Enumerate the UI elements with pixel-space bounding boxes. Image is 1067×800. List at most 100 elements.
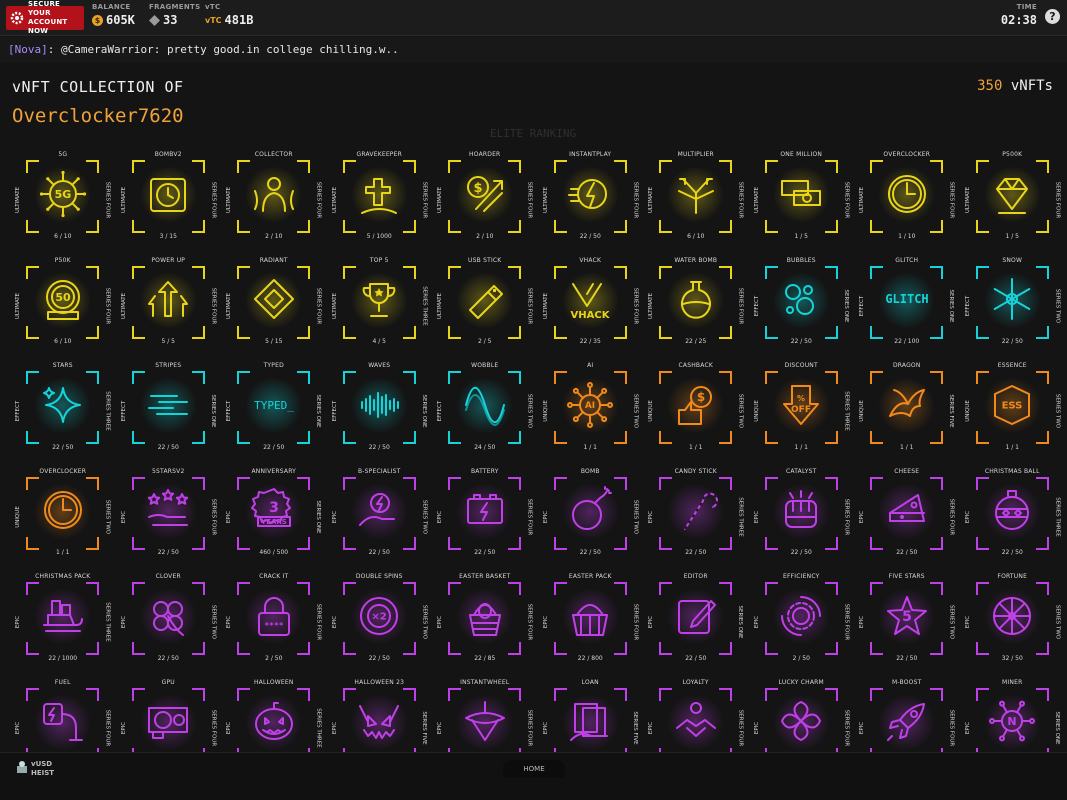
vnft-card[interactable]: BOMBV2 ULTIMATE SERIES FOUR 3 / 15	[116, 148, 222, 254]
vnft-card[interactable]: ESSENCE UNIQUE SERIES TWO ESS 1 / 1	[960, 359, 1066, 465]
vnft-card[interactable]: WAVES EFFECT SERIES ONE 22 / 50	[327, 359, 433, 465]
vnft-card[interactable]: TOP 5 ULTIMATE SERIES THREE 4 / 5	[327, 254, 433, 360]
vnft-card[interactable]: B-SPECIALIST EPIC SERIES TWO 22 / 50	[327, 465, 433, 571]
vnft-frame	[131, 476, 205, 550]
vnft-frame	[764, 582, 838, 655]
five-star-badge-icon: 5	[882, 591, 931, 640]
vnft-card[interactable]: STARS EFFECT SERIES THREE 22 / 50	[10, 359, 116, 465]
vnft-name: SNOW	[1002, 256, 1023, 264]
vnft-supply: 32 / 50	[1001, 654, 1023, 662]
cheese-icon	[882, 486, 931, 535]
vnft-card[interactable]: CLOVER EPIC SERIES TWO 22 / 50	[116, 570, 222, 676]
vnft-name: RADIANT	[259, 256, 288, 264]
vnft-card[interactable]: VHACK ULTIMATE SERIES FOUR VHACK 22 / 35	[538, 254, 644, 360]
vnft-series: SERIES FOUR	[843, 181, 849, 219]
vnft-card[interactable]: EASTER BASKET EPIC SERIES FOUR 22 / 85	[432, 570, 538, 676]
vnft-frame	[764, 687, 838, 761]
vnft-card[interactable]: EASTER PACK EPIC SERIES FOUR 22 / 800	[538, 570, 644, 676]
vnft-name: INSTANTPLAY	[569, 151, 612, 158]
vnft-card[interactable]: MULTIPLIER ULTIMATE SERIES FOUR 6 / 10	[643, 148, 749, 254]
vnft-card[interactable]: USB STICK ULTIMATE SERIES FOUR 2 / 5	[432, 254, 538, 360]
vnft-card[interactable]: WATER BOMB ULTIMATE SERIES FOUR 22 / 25	[643, 254, 749, 360]
vnft-frame	[659, 160, 732, 233]
vnft-card[interactable]: WOBBLE EFFECT SERIES TWO 24 / 50	[432, 359, 538, 465]
vnft-card[interactable]: OVERCLOCKER ULTIMATE SERIES FOUR 1 / 10	[854, 148, 960, 254]
vnft-card[interactable]: FIVE STARS EPIC SERIES TWO 5 22 / 50	[854, 570, 960, 676]
b-specialist-icon	[355, 486, 404, 535]
vnft-card[interactable]: EFFICIENCY EPIC SERIES FOUR 2 / 50	[749, 570, 855, 676]
vnft-card[interactable]: DRAGON UNIQUE SERIES FIVE 1 / 1	[854, 359, 960, 465]
stars-icon	[38, 380, 87, 429]
vnft-card[interactable]: 5STARSV2 EPIC SERIES FOUR 22 / 50	[116, 465, 222, 571]
vnft-card[interactable]: AI UNIQUE SERIES TWO AI 1 / 1	[538, 359, 644, 465]
home-tab[interactable]: HOME	[503, 760, 565, 778]
chat-ticker[interactable]: [Nova]: @CameraWarrior: pretty good.in c…	[0, 37, 1067, 63]
dragon-icon	[882, 380, 931, 429]
vnft-card[interactable]: DISCOUNT UNIQUE SERIES THREE OFF% 1 / 1	[749, 359, 855, 465]
vnft-card[interactable]: DOUBLE SPINS EPIC SERIES TWO ×2 22 / 50	[327, 570, 433, 676]
vnft-card[interactable]: OVERCLOCKER UNIQUE SERIES TWO 1 / 1	[10, 465, 116, 571]
vnft-supply: 22 / 800	[577, 654, 603, 662]
vnft-tier: EFFECT	[859, 295, 865, 316]
vnft-card[interactable]: 5G ULTIMATE SERIES FOUR 5G 6 / 10	[10, 148, 116, 254]
vnft-card[interactable]: HOARDER ULTIMATE SERIES FOUR $ 2 / 10	[432, 148, 538, 254]
vnft-frame	[764, 265, 838, 339]
vnft-card[interactable]: POWER UP ULTIMATE SERIES FOUR 5 / 5	[116, 254, 222, 360]
vnft-card[interactable]: ANNIVERSARY EPIC SERIES ONE 3 YEARS 460 /…	[221, 465, 327, 571]
diamond-icon	[988, 169, 1037, 218]
vnft-card[interactable]: CHEESE EPIC SERIES FOUR 22 / 50	[854, 465, 960, 571]
vnft-card[interactable]: P50K ULTIMATE SERIES FOUR 50 6 / 10	[10, 254, 116, 360]
vnft-name: DISCOUNT	[784, 362, 818, 369]
vnft-name: FUEL	[54, 678, 71, 686]
vnft-card[interactable]: CHRISTMAS BALL EPIC SERIES THREE 22 / 50	[960, 465, 1066, 571]
christmas-ball-icon	[988, 486, 1037, 535]
gpu-icon	[144, 697, 193, 746]
vnft-series: SERIES THREE	[104, 391, 111, 431]
vnft-card[interactable]: BATTERY EPIC SERIES FOUR 22 / 50	[432, 465, 538, 571]
vnft-name: ONE MILLION	[780, 151, 823, 158]
vnft-card[interactable]: ONE MILLION ULTIMATE SERIES FOUR 1 / 5	[749, 148, 855, 254]
vnft-card[interactable]: CATALYST EPIC SERIES FOUR 22 / 50	[749, 465, 855, 571]
vnft-card[interactable]: SNOW EFFECT SERIES TWO 22 / 50	[960, 254, 1066, 360]
vnft-card[interactable]: BUBBLES EFFECT SERIES ONE 22 / 50	[749, 254, 855, 360]
vnft-tier: EPIC	[753, 615, 760, 629]
vnft-card[interactable]: BOMB EPIC SERIES TWO 22 / 50	[538, 465, 644, 571]
vnft-card[interactable]: COLLECTOR ULTIMATE SERIES FOUR 2 / 10	[221, 148, 327, 254]
vnft-card[interactable]: CANDY STICK EPIC SERIES THREE 22 / 50	[643, 465, 749, 571]
secure-account-button[interactable]: SECURE YOUR ACCOUNT NOW	[6, 0, 84, 35]
vnft-card[interactable]: TYPED EFFECT SERIES ONE TYPED_ 22 / 50	[221, 359, 327, 465]
vnft-frame	[659, 476, 732, 550]
vnft-card[interactable]: P500K ULTIMATE SERIES FOUR 1 / 5	[960, 148, 1066, 254]
radiant-icon	[249, 275, 298, 324]
vnft-series: SERIES FOUR	[843, 709, 849, 746]
collection-title: vNFT COLLECTION OF	[12, 78, 184, 96]
vnft-card[interactable]: CRACK IT EPIC SERIES FOUR **** 2 / 50	[221, 570, 327, 676]
vusd-heist-button[interactable]: vUSD HEIST	[16, 759, 54, 778]
vnft-card[interactable]: GRAVEKEEPER ULTIMATE SERIES FOUR 5 / 100…	[327, 148, 433, 254]
vnft-tier: EPIC	[753, 510, 760, 523]
fragments-value: 33	[163, 13, 178, 27]
vnft-card[interactable]: STRIPES EFFECT SERIES ONE 22 / 50	[116, 359, 222, 465]
catalyst-icon	[777, 486, 826, 535]
vnft-tier: EPIC	[226, 510, 232, 523]
vnft-series: SERIES TWO	[210, 604, 216, 640]
one-million-icon	[777, 169, 826, 218]
vnft-supply: 4 / 5	[372, 338, 386, 345]
vnft-card[interactable]: CASHBACK UNIQUE SERIES TWO $ 1 / 1	[643, 359, 749, 465]
vnft-card[interactable]: CHRISTMAS PACK EPIC SERIES THREE 22 / 10…	[10, 570, 116, 676]
vnft-card[interactable]: FORTUNE EPIC SERIES TWO 32 / 50	[960, 570, 1066, 676]
vnft-supply: 22 / 100	[894, 338, 920, 345]
vnft-card[interactable]: GLITCH EFFECT SERIES ONE GLITCH 22 / 100	[854, 254, 960, 360]
vnft-supply: 2 / 50	[792, 654, 810, 662]
vnft-series: SERIES ONE	[315, 499, 322, 534]
vnft-series: SERIES FOUR	[210, 709, 216, 746]
vnft-frame	[553, 476, 627, 550]
vnft-card[interactable]: EDITOR EPIC SERIES ONE 22 / 50	[643, 570, 749, 676]
help-button[interactable]: ?	[1045, 9, 1060, 24]
vnft-name: DRAGON	[892, 362, 921, 369]
vnft-card[interactable]: RADIANT ULTIMATE SERIES FOUR 5 / 15	[221, 254, 327, 360]
vnft-card[interactable]: INSTANTPLAY ULTIMATE SERIES FOUR 22 / 50	[538, 148, 644, 254]
svg-text:%: %	[797, 394, 805, 403]
bubbles-icon	[777, 275, 826, 324]
vnft-tier: EPIC	[648, 721, 654, 734]
